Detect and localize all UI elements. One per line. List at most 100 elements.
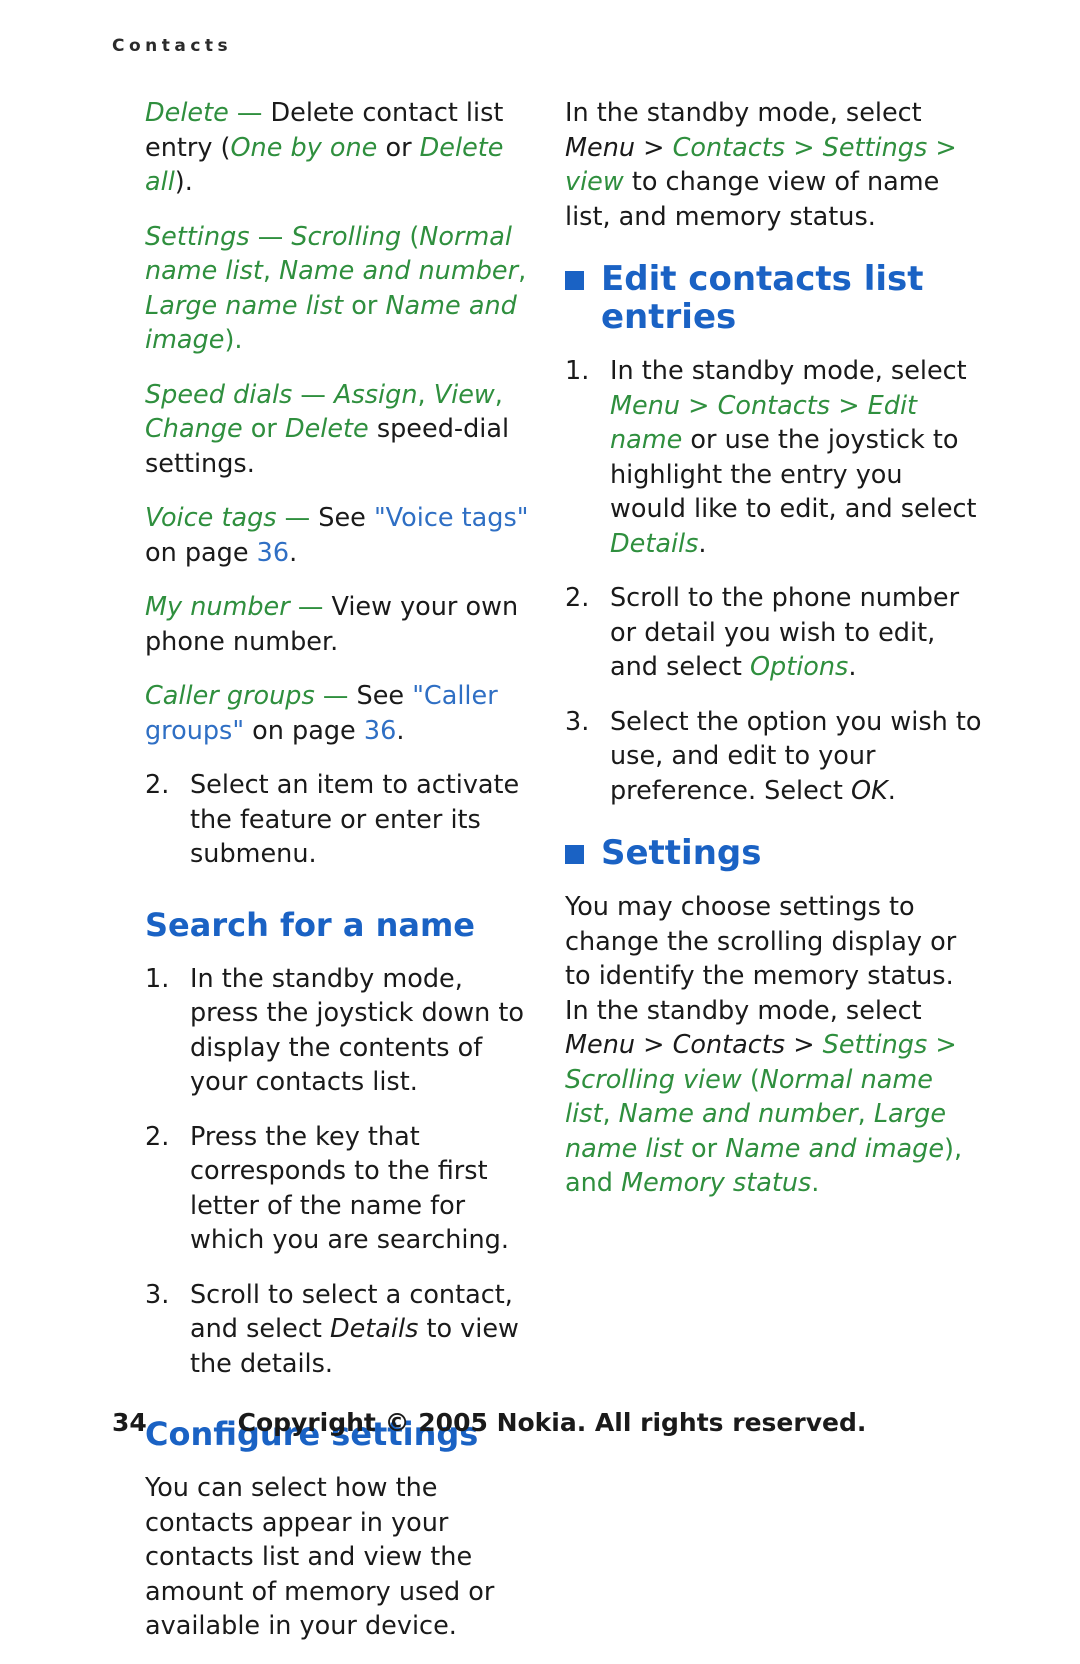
para-settings-body: You may choose settings to change the sc…: [565, 890, 985, 1201]
term-speed-dials: Speed dials: [145, 379, 293, 410]
text-tail: .: [811, 1168, 820, 1198]
dash: —: [249, 221, 292, 252]
menu-item-menu: Menu: [610, 390, 681, 421]
menu-item-settings: Settings: [822, 1030, 928, 1060]
option-name-and-number: Name and number: [618, 1099, 858, 1129]
term-caller-groups: Caller groups: [145, 681, 315, 711]
conjunction: or: [343, 290, 386, 321]
list-item-number: 3.: [145, 1279, 170, 1310]
menu-item-memory-status: Memory status: [621, 1168, 812, 1198]
menu-item-scrolling-view: Scrolling view: [565, 1064, 742, 1095]
menu-item-menu: Menu: [565, 1030, 636, 1060]
sep: ,: [518, 256, 527, 286]
paren-close: ).: [224, 325, 243, 355]
menu-item-details: Details: [329, 1314, 419, 1344]
heading-settings: Settings: [565, 834, 985, 872]
menu-item-options: Options: [749, 652, 849, 682]
menu-item-details: Details: [610, 528, 699, 559]
para-delete: Delete — Delete contact list entry (One …: [145, 96, 530, 200]
option-name-and-number: Name and number: [279, 256, 519, 286]
heading-search-for-a-name: Search for a name: [145, 905, 475, 944]
sep: ,: [602, 1099, 619, 1129]
text: See: [356, 681, 413, 711]
list-item: 2. Select an item to activate the feature…: [145, 768, 530, 872]
menu-item-contacts: Contacts: [672, 1030, 786, 1060]
term-my-number: My number: [145, 592, 290, 622]
option-view: View: [433, 379, 495, 410]
separator: >: [927, 1030, 957, 1060]
dash: —: [276, 503, 319, 533]
edit-steps-list: 1. In the standby mode, select Menu > Con…: [565, 354, 985, 808]
subterm-scrolling: Scrolling: [291, 221, 402, 252]
running-head: Contacts: [112, 36, 233, 56]
list-item: 1. In the standby mode, press the joystic…: [145, 962, 530, 1100]
list-item-number: 2.: [145, 770, 170, 800]
heading-text: Edit contacts list entries: [601, 259, 924, 337]
page-reference-link[interactable]: 36: [257, 538, 289, 568]
menu-item-ok: OK: [850, 775, 888, 806]
dash: —: [289, 592, 332, 622]
list-item-text: Press the key that corresponds to the fi…: [190, 1121, 509, 1256]
list-item-number: 1.: [565, 356, 590, 386]
menu-item-settings: Settings: [822, 132, 928, 163]
separator: >: [785, 132, 823, 163]
separator: >: [635, 132, 673, 163]
right-column: In the standby mode, select Menu > Conta…: [565, 96, 985, 1221]
dash: —: [314, 681, 357, 711]
separator: >: [785, 1030, 823, 1060]
list-item: 2. Press the key that corresponds to the …: [145, 1120, 530, 1258]
option-change: Change: [145, 414, 243, 444]
option-large-name-list: Large name list: [145, 290, 344, 321]
separator: >: [635, 1030, 673, 1060]
conjunction: or: [682, 1133, 726, 1164]
text: In the standby mode, select: [565, 98, 922, 128]
list-item-text: In the standby mode, press the joystick …: [190, 963, 524, 1098]
menu-item-contacts: Contacts: [717, 390, 831, 421]
option-name-and-image: Name and image: [725, 1133, 945, 1164]
paren-open: (: [741, 1064, 760, 1095]
search-steps-list: 1. In the standby mode, press the joystic…: [145, 962, 530, 1382]
list-item-number: 2.: [565, 583, 590, 613]
paren-open: (: [401, 221, 420, 252]
list-item: 3. Scroll to select a contact, and select…: [145, 1278, 530, 1382]
separator: >: [927, 132, 957, 163]
list-item-text: Select the option you wish to use, and e…: [610, 707, 982, 806]
list-item-text: Scroll to select a contact, and select D…: [190, 1280, 519, 1379]
term-voice-tags: Voice tags: [145, 503, 277, 533]
option-delete: Delete: [284, 414, 369, 444]
text: In the standby mode, select: [610, 356, 967, 386]
para-intro-settings-view: In the standby mode, select Menu > Conta…: [565, 96, 985, 234]
menu-item-view: view: [565, 167, 624, 197]
text: Select the option you wish to use, and e…: [610, 706, 982, 806]
text: on page: [145, 537, 257, 568]
term-delete: Delete: [145, 98, 229, 128]
sep: ,: [417, 379, 434, 410]
para-configure-settings: You can select how the contacts appear i…: [145, 1473, 495, 1641]
para-caller-groups: Caller groups — See "Caller groups" on p…: [145, 679, 530, 748]
list-item-number: 3.: [565, 706, 590, 737]
text-tail: .: [698, 528, 707, 559]
footer: 34 Copyright © 2005 Nokia. All rights re…: [0, 1408, 1080, 1438]
para-voice-tags: Voice tags — See "Voice tags" on page 36…: [145, 501, 530, 570]
text-tail: .: [289, 537, 298, 568]
separator: >: [680, 390, 718, 421]
para-speed-dials: Speed dials — Assign, View, Change or De…: [145, 378, 530, 482]
para-settings: Settings — Scrolling (Normal name list, …: [145, 220, 530, 358]
text: See: [318, 503, 374, 533]
list-item-text: In the standby mode, select Menu > Conta…: [610, 356, 977, 559]
menu-item-menu: Menu: [565, 132, 636, 163]
text: on page: [244, 715, 364, 746]
page-reference-link[interactable]: 36: [364, 716, 396, 746]
conjunction: or: [377, 132, 420, 163]
text-tail: ).: [174, 167, 193, 197]
para-my-number: My number — View your own phone number.: [145, 590, 530, 659]
cross-reference-link[interactable]: "Voice tags": [374, 503, 529, 533]
sep: ,: [857, 1099, 874, 1129]
bullet-square-icon: [565, 271, 584, 290]
continued-step-list: 2. Select an item to activate the feature…: [145, 768, 530, 872]
list-item-number: 2.: [145, 1121, 170, 1152]
separator: >: [830, 390, 868, 421]
list-item: 3. Select the option you wish to use, and…: [565, 705, 985, 809]
bullet-square-icon: [565, 845, 584, 864]
menu-item-contacts: Contacts: [672, 132, 786, 163]
